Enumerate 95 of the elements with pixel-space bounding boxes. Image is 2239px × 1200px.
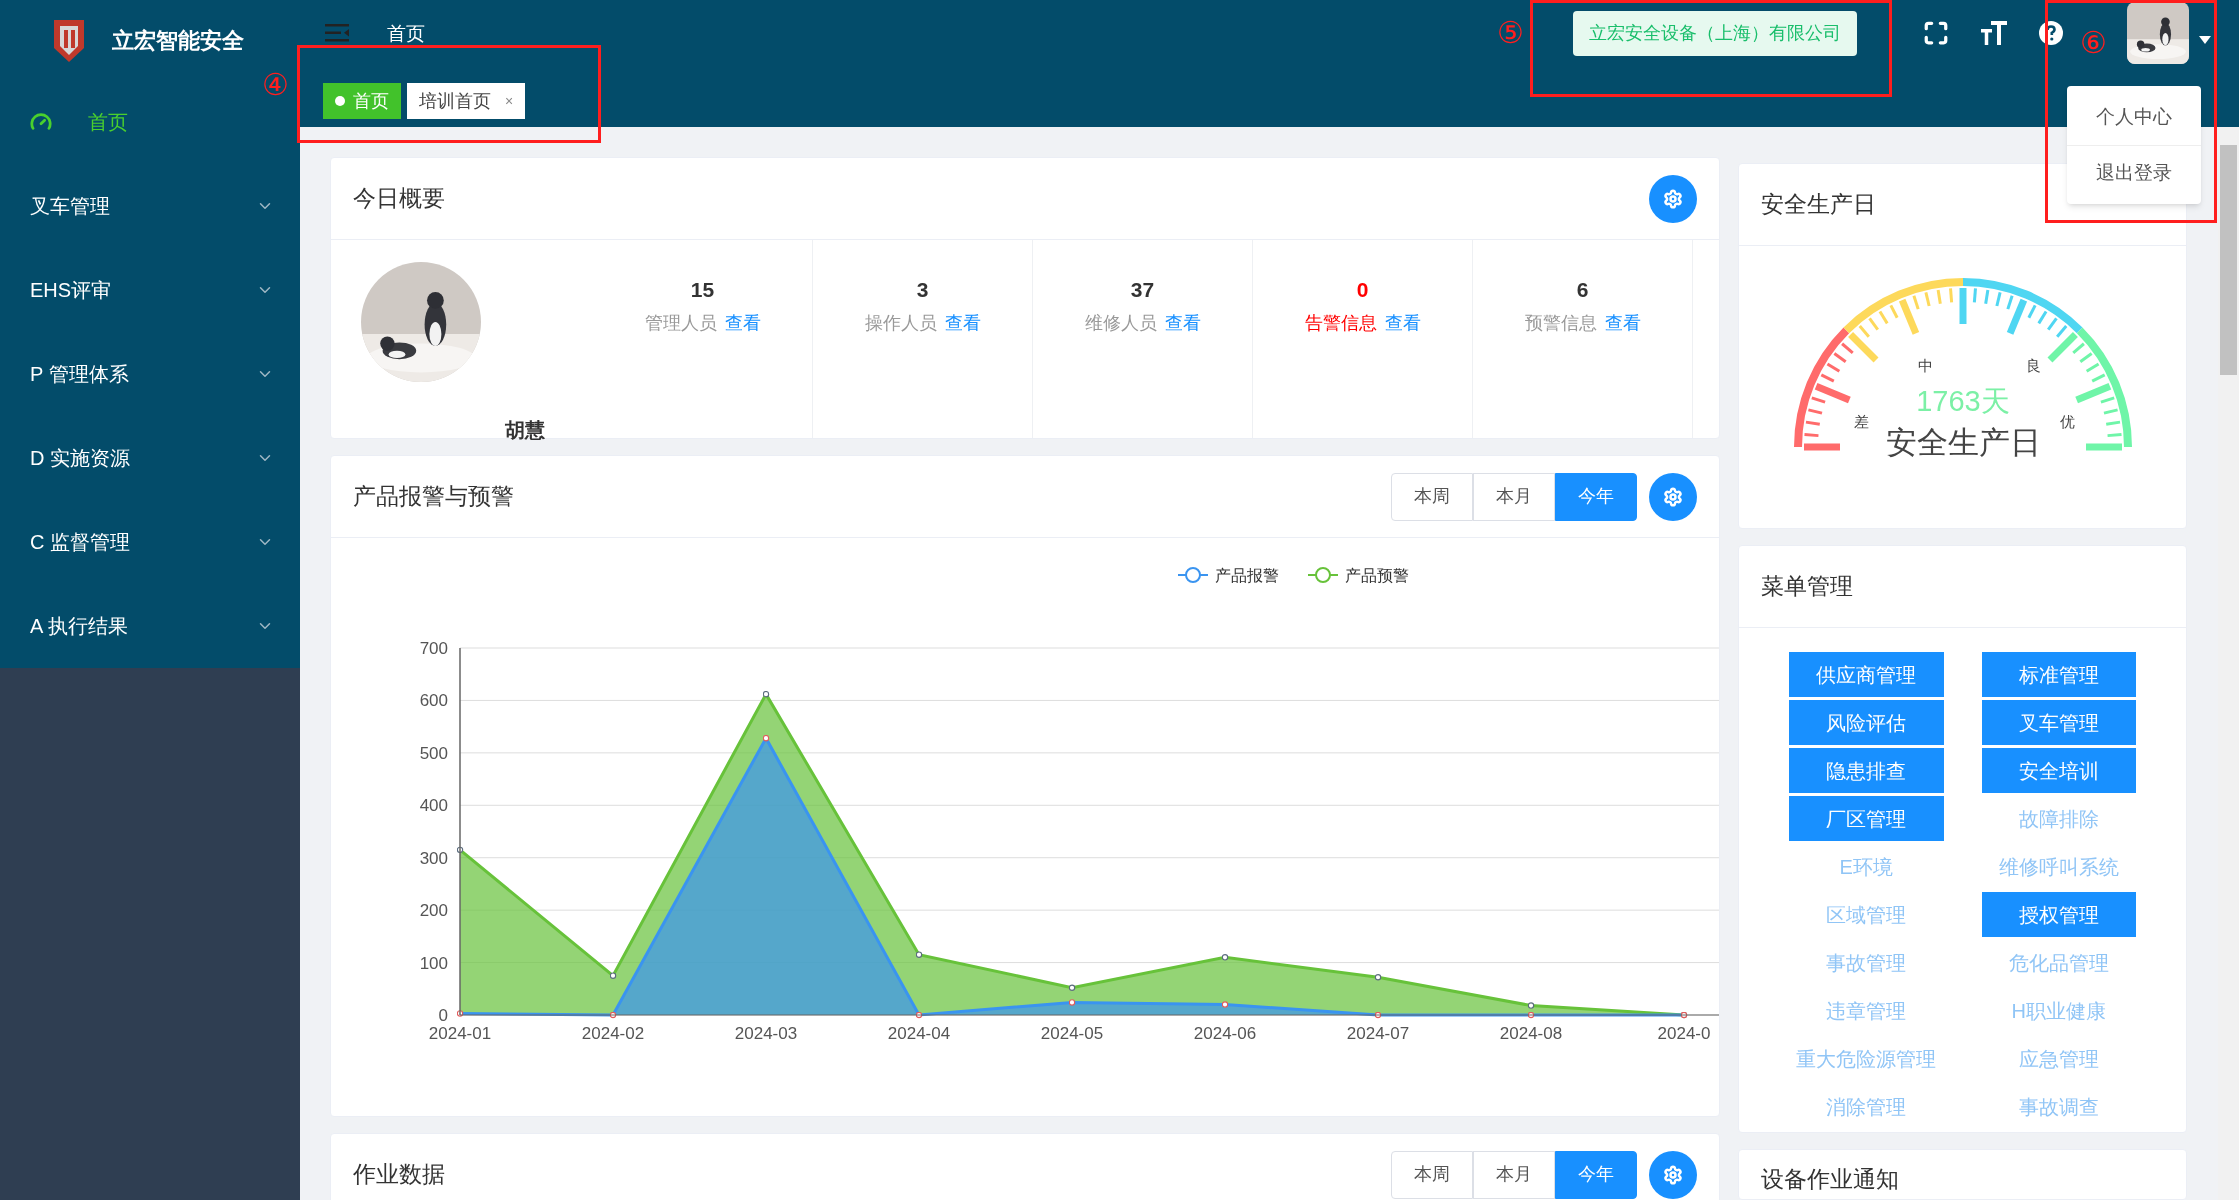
annotation-number: ⑥ [2080,28,2107,58]
font-size-icon[interactable] [1981,21,2007,45]
user-name: 胡慧 [505,418,545,443]
legend-label: 产品报警 [1215,567,1279,584]
settings-icon [1663,486,1683,507]
axis-label: 2024-05 [1040,1024,1104,1043]
card-title: 产品报警与预警 [353,482,514,512]
menu-shortcut[interactable]: 风险评估 [1789,700,1944,745]
page-tab[interactable]: 首页 [323,83,401,119]
stat-label: 操作人员 [864,311,937,335]
period-tab[interactable]: 今年 [1555,472,1637,521]
grade-label: 中 [1917,357,1932,374]
legend-label: 产品预警 [1345,567,1409,584]
safe-days-value: 1763天 [1915,385,2010,417]
grade-label: 良 [2025,357,2040,374]
period-tab[interactable]: 本周 [1391,1150,1473,1199]
view-link[interactable]: 查看 [724,309,761,337]
stat-label: 预警信息 [1524,311,1597,335]
view-link[interactable]: 查看 [944,309,981,337]
axis-label: 2024-02 [581,1024,645,1043]
breadcrumb: 首页 [387,23,425,43]
legend-marker-icon [1177,567,1209,583]
axis-label: 300 [419,848,448,868]
tab-label: 首页 [353,89,389,113]
axis-label: 2024-06 [1193,1024,1257,1043]
company-tag: 立宏安全设备（上海）有限公司 [1573,10,1857,56]
scrollbar[interactable] [2218,127,2239,1200]
grade-label: 差 [1853,413,1868,430]
period-tab[interactable]: 本月 [1473,472,1555,521]
stat-value: 15 [690,277,715,303]
view-link[interactable]: 查看 [1604,309,1641,337]
axis-label: 2024-04 [887,1024,951,1043]
tab-label: 培训首页 [419,89,491,113]
axis-label: 100 [419,953,448,973]
view-link[interactable]: 查看 [1384,309,1421,337]
settings-icon [1663,188,1683,209]
axis-label: 500 [419,743,448,763]
annotation-number: ⑤ [1497,18,1524,48]
legend-marker-icon [1307,567,1339,583]
stat-value: 0 [1356,277,1369,303]
caret-down-icon[interactable] [2199,36,2211,44]
annotation-number: ④ [262,70,289,100]
menu-shortcut[interactable]: 安全培训 [1981,748,2136,793]
stat-label: 维修人员 [1084,311,1157,335]
stat-label: 告警信息 [1304,311,1377,335]
view-link[interactable]: 查看 [1164,309,1201,337]
menu-shortcut[interactable]: 授权管理 [1981,892,2136,937]
sidebar-item[interactable]: 叉车管理 [0,164,300,248]
settings-button[interactable] [1649,174,1697,223]
stat-value: 6 [1576,277,1589,303]
tab-close-button[interactable]: × [505,90,514,112]
settings-button[interactable] [1649,1150,1697,1199]
menu-shortcut[interactable]: 厂区管理 [1789,796,1944,841]
menu-fold-icon[interactable] [325,23,349,43]
dropdown-item[interactable]: 个人中心 [2067,90,2201,145]
period-tab[interactable]: 本周 [1391,472,1473,521]
fullscreen-icon[interactable] [1923,20,1949,46]
help-icon[interactable] [2039,21,2063,45]
settings-button[interactable] [1649,472,1697,521]
sidebar-item[interactable]: EHS评审 [0,248,300,332]
axis-label: 200 [419,901,448,921]
axis-label: 700 [419,639,448,658]
dashboard-icon [30,111,52,133]
card-title: 安全生产日 [1761,190,1876,220]
safe-days-caption: 安全生产日 [1885,425,2040,460]
stat-value: 37 [1130,277,1155,303]
axis-label: 2024-03 [734,1024,798,1043]
axis-label: 2024-07 [1346,1024,1410,1043]
stat-label: 管理人员 [644,311,717,335]
settings-icon [1663,1164,1683,1185]
sidebar-item[interactable]: A 执行结果 [0,584,300,668]
brand-name: 立宏智能安全 [112,26,244,55]
menu-shortcut[interactable]: 供应商管理 [1789,652,1944,697]
axis-label: 0 [438,1006,448,1025]
sidebar-item[interactable]: C 监督管理 [0,500,300,584]
stat-value: 3 [916,277,929,303]
card-title: 今日概要 [353,184,445,214]
menu-shortcut[interactable]: 叉车管理 [1981,700,2136,745]
period-tab[interactable]: 本月 [1473,1150,1555,1199]
menu-shortcut[interactable]: 标准管理 [1981,652,2136,697]
sidebar-item[interactable]: P 管理体系 [0,332,300,416]
axis-label: 2024-08 [1499,1024,1563,1043]
axis-label: 400 [419,796,448,816]
axis-label: 600 [419,691,448,711]
menu-shortcut[interactable]: 隐患排查 [1789,748,1944,793]
axis-label: 2024-0 [1657,1024,1711,1043]
grade-label: 优 [2059,413,2074,430]
sidebar-item[interactable]: D 实施资源 [0,416,300,500]
page-tab[interactable]: 培训首页 × [407,83,526,119]
card-title: 菜单管理 [1761,572,1853,602]
period-tab[interactable]: 今年 [1555,1150,1637,1199]
card-title: 作业数据 [353,1160,445,1190]
card-title: 设备作业通知 [1761,1166,1899,1192]
sidebar-item[interactable]: 首页 [0,80,250,164]
axis-label: 2024-01 [428,1024,492,1043]
